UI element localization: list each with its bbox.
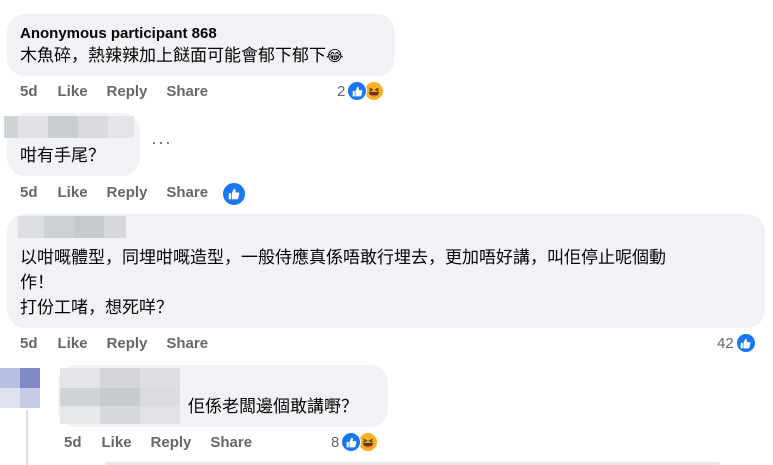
share-button[interactable]: Share xyxy=(166,83,208,100)
comment-actions: 5d Like Reply Share xyxy=(20,83,227,100)
reaction-summary[interactable] xyxy=(222,182,246,206)
like-icon xyxy=(735,333,756,353)
share-button[interactable]: Share xyxy=(166,184,208,201)
reaction-summary[interactable]: 2 xyxy=(337,81,385,101)
haha-icon xyxy=(364,81,385,101)
like-icon xyxy=(347,81,368,101)
share-button[interactable]: Share xyxy=(210,434,252,451)
avatar[interactable] xyxy=(0,368,42,410)
redacted-author-name xyxy=(60,368,180,424)
more-options-button[interactable]: ··· xyxy=(151,132,172,153)
comment-actions: 5d Like Reply Share xyxy=(20,184,227,201)
comment-actions: 5d Like Reply Share xyxy=(20,335,227,352)
comment-timestamp[interactable]: 5d xyxy=(64,434,82,451)
comment-timestamp[interactable]: 5d xyxy=(20,184,38,201)
reply-button[interactable]: Reply xyxy=(107,184,148,201)
reaction-summary[interactable]: 8 xyxy=(331,432,379,452)
reply-button[interactable]: Reply xyxy=(107,335,148,352)
like-button[interactable]: Like xyxy=(58,335,88,352)
reaction-count: 42 xyxy=(717,334,734,352)
like-button[interactable]: Like xyxy=(102,434,132,451)
reaction-count: 2 xyxy=(337,82,346,100)
reply-button[interactable]: Reply xyxy=(107,83,148,100)
comment-text-line: 作！ xyxy=(20,273,54,292)
reply-button[interactable]: Reply xyxy=(151,434,192,451)
like-icon xyxy=(341,432,362,452)
comment-actions: 5d Like Reply Share xyxy=(64,434,271,451)
share-button[interactable]: Share xyxy=(166,335,208,352)
like-button[interactable]: Like xyxy=(58,83,88,100)
comment-text-line: 以咁嘅體型，同埋咁嘅造型，一般侍應真係唔敢行埋去，更加唔好講，叫佢停止呢個動 xyxy=(20,248,666,267)
laugh-emoji: 😂 xyxy=(326,47,344,65)
haha-icon xyxy=(358,432,379,452)
redacted-author-name xyxy=(4,116,134,138)
comment-timestamp[interactable]: 5d xyxy=(20,83,38,100)
comment-text: 佢係老闆邊個敢講嘢？ xyxy=(188,397,358,416)
redacted-author-name xyxy=(18,216,126,238)
comment-timestamp[interactable]: 5d xyxy=(20,335,38,352)
comment-text-body: 木魚碎，熱辣辣加上餸面可能會郁下郁下 xyxy=(20,46,326,65)
like-button[interactable]: Like xyxy=(58,184,88,201)
comment-text: 木魚碎，熱辣辣加上餸面可能會郁下郁下😂 xyxy=(20,45,344,67)
comment-text-line: 打份工啫，想死咩？ xyxy=(20,298,173,317)
comment-text: 咁有手尾？ xyxy=(20,146,105,165)
reaction-count: 8 xyxy=(331,433,340,451)
like-icon xyxy=(222,182,246,206)
reaction-summary[interactable]: 42 xyxy=(717,333,756,353)
comment-author[interactable]: Anonymous participant 868 xyxy=(20,25,217,42)
thread-connector xyxy=(26,410,28,465)
